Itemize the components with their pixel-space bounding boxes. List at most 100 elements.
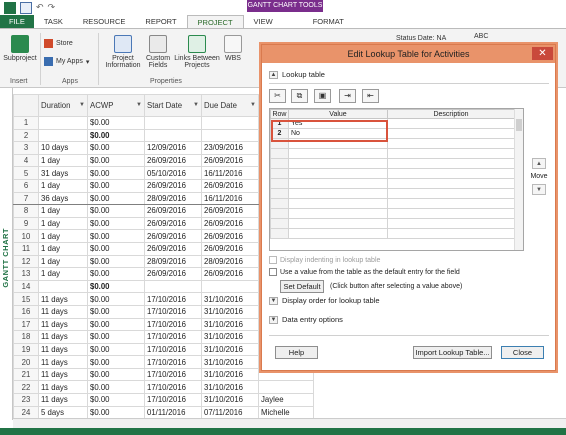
cell-due-date[interactable]: 07/11/2016 [201,405,259,420]
spelling-button[interactable]: ABC [474,33,488,40]
cell-duration[interactable]: 1 day [38,267,88,281]
status-date-button[interactable]: Status Date: NA [396,35,446,42]
cell-duration[interactable]: 11 days [38,393,88,407]
cell-due-date[interactable] [201,128,259,143]
display-order-expander[interactable]: ▼ Display order for lookup table [269,296,380,305]
cell-acwp[interactable]: $0.00 [87,355,145,369]
scroll-thumb[interactable] [516,119,522,131]
cell-acwp[interactable]: $0.00 [87,141,145,155]
row-number[interactable]: 15 [13,292,39,306]
cell-duration[interactable]: 1 day [38,178,88,193]
project-information-button[interactable]: Project Information [101,35,145,69]
cell-duration[interactable]: 1 day [38,204,88,218]
lookup-value-cell[interactable] [288,228,388,239]
column-header-acwp[interactable]: ACWP ▼ [87,94,145,117]
cell-start-date[interactable]: 17/10/2016 [144,367,202,382]
lookup-row-number[interactable] [270,158,289,169]
redo-icon[interactable]: ↷ [48,2,56,14]
cell-due-date[interactable]: 16/11/2016 [201,191,259,206]
use-default-checkbox[interactable]: Use a value from the table as the defaul… [269,268,460,276]
lookup-row[interactable] [270,168,515,179]
row-number[interactable]: 1 [13,116,39,130]
cell-start-date[interactable]: 26/09/2016 [144,153,202,168]
lookup-description-cell[interactable] [387,158,515,169]
lookup-row-number[interactable] [270,188,289,199]
cell-acwp[interactable]: $0.00 [87,393,145,407]
cell-start-date[interactable]: 17/10/2016 [144,317,202,332]
row-number-header[interactable] [13,94,39,117]
lookup-value-cell[interactable] [288,198,388,209]
cell-start-date[interactable]: 01/11/2016 [144,405,202,420]
table-row[interactable]: 22 11 days $0.00 17/10/2016 31/10/2016 [13,380,314,395]
cell-duration[interactable]: 31 days [38,166,88,180]
lookup-value-cell[interactable] [288,218,388,229]
cell-acwp[interactable]: $0.00 [87,229,145,243]
row-number[interactable]: 2 [13,128,39,143]
lookup-row[interactable] [270,228,515,239]
insert-row-icon[interactable]: ⇥ [339,89,356,103]
cell-extra[interactable]: Jaylee [258,393,314,407]
lookup-description-cell[interactable] [387,148,515,159]
cell-acwp[interactable]: $0.00 [87,204,145,218]
row-number[interactable]: 19 [13,342,39,357]
row-number[interactable]: 4 [13,153,39,168]
lookup-description-cell[interactable] [387,188,515,199]
row-number[interactable]: 18 [13,330,39,344]
cell-start-date[interactable]: 26/09/2016 [144,178,202,193]
display-indenting-checkbox[interactable]: Display indenting in lookup table [269,256,380,264]
cell-duration[interactable]: 1 day [38,153,88,168]
cell-duration[interactable]: 36 days [38,191,88,206]
lookup-row[interactable] [270,218,515,229]
row-number[interactable]: 7 [13,191,39,206]
cell-duration[interactable]: 11 days [38,317,88,332]
cell-start-date[interactable]: 26/09/2016 [144,229,202,243]
lookup-row-number[interactable] [270,148,289,159]
expand-icon[interactable]: ▼ [269,296,278,305]
cell-due-date[interactable] [201,116,259,130]
cell-duration[interactable] [38,128,88,143]
cell-due-date[interactable]: 26/09/2016 [201,153,259,168]
cell-due-date[interactable]: 31/10/2016 [201,330,259,344]
lookup-row-number[interactable] [270,178,289,189]
cell-duration[interactable]: 11 days [38,292,88,306]
close-button[interactable]: Close [501,346,544,359]
lookup-row[interactable] [270,148,515,159]
cell-start-date[interactable]: 17/10/2016 [144,380,202,395]
cell-start-date[interactable]: 17/10/2016 [144,330,202,344]
cell-due-date[interactable]: 26/09/2016 [201,204,259,218]
cell-due-date[interactable]: 31/10/2016 [201,380,259,395]
lookup-value-cell[interactable] [288,148,388,159]
cell-start-date[interactable]: 05/10/2016 [144,166,202,180]
chevron-down-icon[interactable]: ▼ [250,102,256,108]
expand-icon[interactable]: ▼ [269,315,278,324]
cell-start-date[interactable]: 26/09/2016 [144,204,202,218]
cell-start-date[interactable]: 28/09/2016 [144,191,202,206]
lookup-row[interactable] [270,188,515,199]
lookup-description-cell[interactable] [387,128,515,139]
cell-acwp[interactable]: $0.00 [87,128,145,143]
cell-duration[interactable]: 11 days [38,355,88,369]
cell-start-date[interactable]: 17/10/2016 [144,355,202,369]
undo-icon[interactable]: ↶ [36,2,44,14]
my-apps-button[interactable]: My Apps ▾ [44,57,89,66]
cell-acwp[interactable]: $0.00 [87,254,145,269]
cell-acwp[interactable]: $0.00 [87,279,145,294]
cell-duration[interactable]: 1 day [38,216,88,231]
row-number[interactable]: 9 [13,216,39,231]
tab-project[interactable]: PROJECT [186,15,244,28]
cell-duration[interactable]: 1 day [38,241,88,256]
cell-start-date[interactable]: 17/10/2016 [144,342,202,357]
cell-duration[interactable]: 1 day [38,229,88,243]
tab-resource[interactable]: RESOURCE [73,15,136,28]
cell-duration[interactable]: 11 days [38,342,88,357]
cell-due-date[interactable] [201,279,259,294]
row-number[interactable]: 5 [13,166,39,180]
row-number[interactable]: 24 [13,405,39,420]
cell-due-date[interactable]: 31/10/2016 [201,393,259,407]
lookup-description-cell[interactable] [387,118,515,129]
help-button[interactable]: Help [275,346,318,359]
chevron-down-icon[interactable]: ▼ [136,102,142,108]
lookup-value-cell[interactable] [288,178,388,189]
lookup-row[interactable] [270,158,515,169]
lookup-vertical-scrollbar[interactable] [514,109,523,250]
